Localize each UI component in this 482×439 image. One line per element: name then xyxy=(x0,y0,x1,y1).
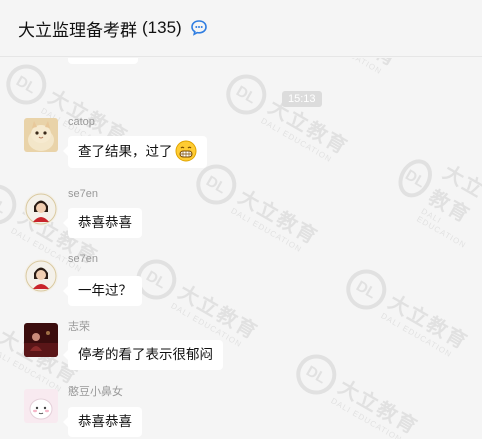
sender-name[interactable]: se7en xyxy=(68,253,98,265)
message-bubble[interactable]: 恭喜恭喜 xyxy=(63,407,142,437)
watermark: DL 大立教育DALI EDUCATION xyxy=(383,138,482,255)
chat-header: 大立监理备考群 (135) xyxy=(0,0,482,57)
chat-bubble-icon[interactable] xyxy=(190,19,208,37)
message-bubble[interactable]: 恭喜恭喜 xyxy=(63,208,142,238)
watermark-text: 大立教育 xyxy=(334,376,422,439)
member-count[interactable]: (135) xyxy=(142,18,182,38)
watermark-text: 大立教育 xyxy=(384,291,472,355)
watermark-logo-icon: DL xyxy=(391,153,439,204)
watermark-logo-icon: DL xyxy=(218,67,274,122)
message-bubble[interactable]: 一年过？ xyxy=(63,276,142,306)
sender-name[interactable]: 憨豆小鼻女 xyxy=(68,383,123,399)
sender-name[interactable]: 志荣 xyxy=(68,318,90,334)
message-bubble[interactable]: 停考的看了表示很郁闷 xyxy=(63,340,223,370)
watermark-subtext: DALI EDUCATION xyxy=(259,116,334,165)
cat-avatar[interactable] xyxy=(24,118,58,152)
watermark-text: 大立教育 xyxy=(424,161,482,228)
previous-message-bubble[interactable] xyxy=(68,58,138,64)
grinning-face-icon xyxy=(175,140,197,162)
message-bubble[interactable]: 查了结果，过了 xyxy=(63,136,207,168)
watermark-subtext: DALI EDUCATION xyxy=(415,206,468,250)
sender-name[interactable]: se7en xyxy=(68,188,98,200)
message-text: 恭喜恭喜 xyxy=(78,215,132,230)
watermark: DL 大立教育DALI EDUCATION xyxy=(188,157,325,259)
watermark-subtext: DALI EDUCATION xyxy=(309,58,390,80)
cartoon-pink-avatar[interactable] xyxy=(24,389,58,423)
watermark-logo-icon: DL xyxy=(0,177,24,232)
message-text: 一年过？ xyxy=(78,283,132,298)
watermark-logo-icon: DL xyxy=(288,347,344,402)
watermark-text: 大立教育 xyxy=(314,58,405,72)
message-text: 恭喜恭喜 xyxy=(78,414,132,429)
watermark-text: 大立教育 xyxy=(234,186,322,250)
watermark: DL 大立教育DALI EDUCATION xyxy=(338,262,475,364)
watermark-subtext: DALI EDUCATION xyxy=(229,206,304,255)
watermark-subtext: DALI EDUCATION xyxy=(329,396,404,439)
watermark-text: 大立教育 xyxy=(174,281,262,345)
girl-red-avatar[interactable] xyxy=(24,192,58,226)
watermark-logo-icon: DL xyxy=(0,297,4,352)
watermark-subtext: DALI EDUCATION xyxy=(379,311,454,360)
sender-name[interactable]: catop xyxy=(68,116,95,128)
watermark: DL 大立教育DALI EDUCATION xyxy=(269,58,405,81)
message-text: 停考的看了表示很郁闷 xyxy=(78,347,213,362)
dark-photo-avatar[interactable] xyxy=(24,323,58,357)
watermark: DL 大立教育DALI EDUCATION xyxy=(288,347,425,439)
watermark: DL 大立教育DALI EDUCATION xyxy=(218,67,355,169)
group-title[interactable]: 大立监理备考群 xyxy=(18,16,137,41)
watermark-logo-icon: DL xyxy=(338,262,394,317)
timestamp-pill: 15:13 xyxy=(282,91,322,107)
girl-red-avatar[interactable] xyxy=(24,259,58,293)
watermark: DL 大立教育DALI EDUCATION xyxy=(128,252,265,354)
message-list[interactable]: DL 大立教育 DALI EDUCATION DL 大立教育 DALI EDUCAT… xyxy=(0,58,482,439)
message-text: 查了结果，过了 xyxy=(78,144,173,159)
watermark-logo-icon: DL xyxy=(0,58,54,112)
